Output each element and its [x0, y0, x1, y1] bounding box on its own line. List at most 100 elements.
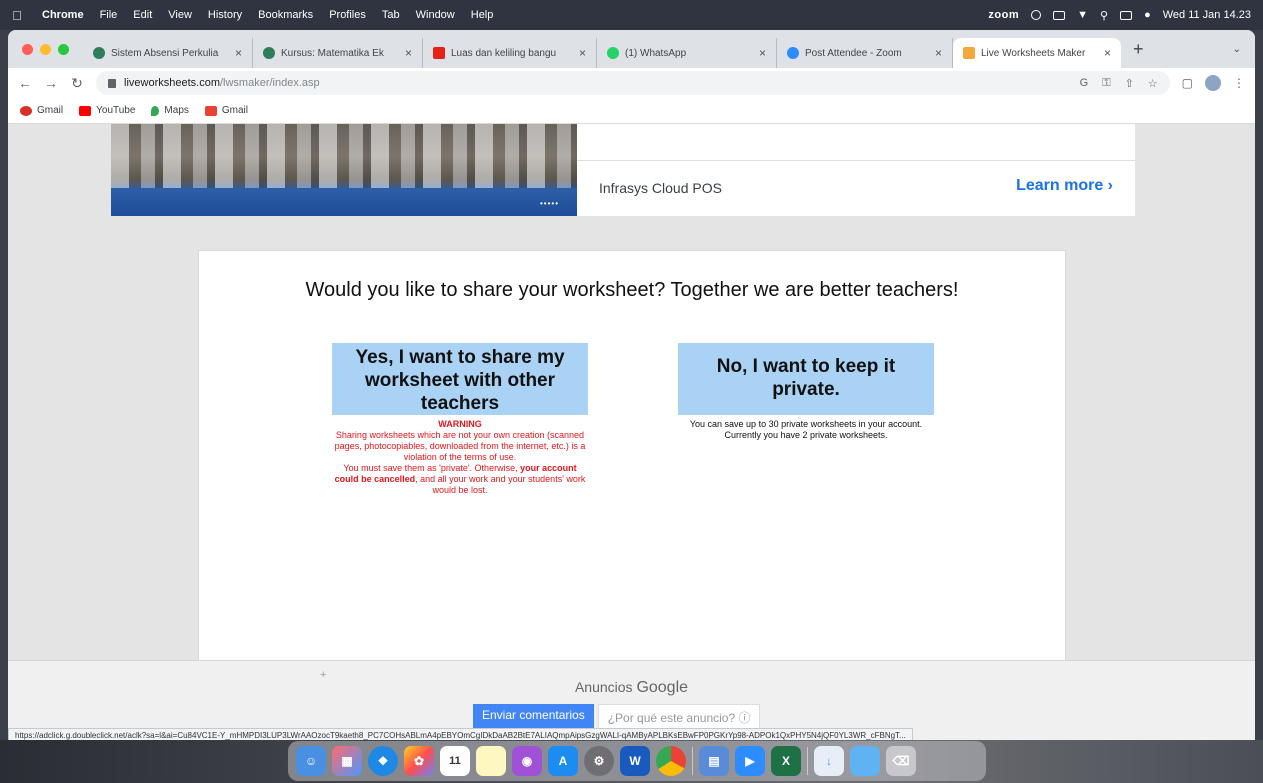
bookmark-star-icon[interactable]: ☆ — [1148, 77, 1158, 90]
system-settings-icon[interactable]: ⚙ — [584, 746, 614, 776]
zoom-icon[interactable]: ▶ — [735, 746, 765, 776]
word-icon[interactable]: W — [620, 746, 650, 776]
close-tab-icon[interactable]: × — [579, 46, 586, 60]
learn-more-link[interactable]: Learn more › — [1016, 177, 1113, 195]
profile-avatar[interactable] — [1205, 75, 1221, 91]
more-menu-icon[interactable]: ⋮ — [1233, 76, 1245, 90]
zoom-status-item[interactable]: zoom — [988, 9, 1019, 21]
excel-icon[interactable]: X — [771, 746, 801, 776]
menu-app-chrome[interactable]: Chrome — [34, 9, 92, 21]
tab-zoom-post-attendee[interactable]: Post Attendee - Zoom × — [777, 38, 953, 68]
trash-icon[interactable]: ⌫ — [886, 746, 916, 776]
menu-bookmarks[interactable]: Bookmarks — [250, 9, 321, 21]
finder-icon[interactable]: ☺ — [296, 746, 326, 776]
send-feedback-button[interactable]: Enviar comentarios — [473, 704, 594, 731]
menu-window[interactable]: Window — [408, 9, 463, 21]
menu-edit[interactable]: Edit — [125, 9, 160, 21]
google-lens-icon[interactable]: G — [1080, 77, 1089, 90]
tab-search-chevron-icon[interactable]: ⌄ — [1233, 44, 1255, 55]
share-question: Would you like to share your worksheet? … — [305, 279, 959, 301]
close-tab-icon[interactable]: × — [405, 46, 412, 60]
battery-icon[interactable] — [1053, 10, 1066, 20]
menu-tab[interactable]: Tab — [374, 9, 408, 21]
spotlight-search-icon[interactable]: ⚲ — [1100, 9, 1108, 22]
close-tab-icon[interactable]: × — [1104, 46, 1111, 60]
youtube-favicon-icon — [433, 47, 445, 59]
bookmark-label: Gmail — [37, 105, 64, 116]
control-center-icon[interactable] — [1120, 10, 1133, 20]
record-icon[interactable] — [1031, 10, 1042, 20]
learn-more-label: Learn more — [1016, 177, 1104, 194]
chrome-icon[interactable] — [656, 746, 686, 776]
keep-private-button[interactable]: No, I want to keep it private. — [678, 343, 934, 415]
share-public-button[interactable]: Yes, I want to share my worksheet with o… — [332, 343, 588, 415]
private-limit-text: You can save up to 30 private worksheets… — [689, 419, 923, 429]
folder-icon[interactable] — [850, 746, 880, 776]
back-arrow-icon[interactable]: ← — [18, 75, 32, 91]
preview-icon[interactable]: ▤ — [699, 746, 729, 776]
share-icon[interactable]: ⇧ — [1125, 77, 1134, 90]
apple-icon[interactable]:  — [0, 8, 34, 23]
gmail-favicon-icon — [20, 105, 32, 116]
podcasts-icon[interactable]: ◉ — [512, 746, 542, 776]
minimize-window-button[interactable] — [40, 43, 51, 55]
new-tab-button[interactable]: + — [1121, 39, 1156, 60]
why-this-ad-button[interactable]: ¿Por qué este anuncio? ⓘ — [597, 704, 761, 731]
tab-live-worksheets-maker[interactable]: Live Worksheets Maker × — [953, 38, 1121, 68]
address-bar-actions: G ⚿ ⇧ ☆ — [1080, 77, 1158, 90]
menu-history[interactable]: History — [200, 9, 250, 21]
calendar-icon[interactable]: 11 — [440, 746, 470, 776]
launchpad-icon[interactable]: ▦ — [332, 746, 362, 776]
clock[interactable]: Wed 11 Jan 14.23 — [1163, 9, 1251, 21]
downloads-folder-icon[interactable]: ↓ — [814, 746, 844, 776]
close-window-button[interactable] — [22, 43, 33, 55]
bookmark-maps[interactable]: Maps — [151, 105, 189, 116]
side-panel-icon[interactable]: ▢ — [1182, 76, 1193, 90]
app-store-icon[interactable]: A — [548, 746, 578, 776]
lock-icon[interactable] — [108, 78, 116, 88]
siri-icon[interactable]: ● — [1144, 9, 1151, 21]
bookmark-gmail-1[interactable]: Gmail — [20, 105, 63, 116]
browser-toolbar: ← → ↻ liveworksheets.com/lwsmaker/index.… — [8, 68, 1255, 98]
forward-arrow-icon[interactable]: → — [44, 75, 58, 91]
bookmark-youtube[interactable]: YouTube — [79, 105, 135, 116]
address-bar[interactable]: liveworksheets.com/lwsmaker/index.asp G … — [96, 71, 1170, 95]
browser-window: Sistem Absensi Perkulia × Kursus: Matema… — [8, 30, 1255, 740]
tab-label: Kursus: Matematika Ek — [281, 47, 384, 59]
warning-title: WARNING — [438, 419, 482, 429]
share-choice-private: No, I want to keep it private. You can s… — [678, 343, 934, 441]
menu-view[interactable]: View — [160, 9, 200, 21]
tab-luas-keliling[interactable]: Luas dan keliling bangu × — [423, 38, 597, 68]
zoom-favicon-icon — [787, 47, 799, 59]
photos-icon[interactable]: ✿ — [404, 746, 434, 776]
notes-icon[interactable] — [476, 746, 506, 776]
close-tab-icon[interactable]: × — [235, 46, 242, 60]
ad-advertiser-name[interactable]: Infrasys Cloud POS — [599, 180, 722, 196]
menu-help[interactable]: Help — [463, 9, 502, 21]
safari-icon[interactable]: ❖ — [368, 746, 398, 776]
tab-favicon-icon — [263, 47, 275, 59]
restaurant-ad-image[interactable]: ••••• — [111, 124, 577, 216]
ad-image-tables — [111, 124, 577, 188]
menu-profiles[interactable]: Profiles — [321, 9, 374, 21]
share-warning: WARNING Sharing worksheets which are not… — [332, 419, 588, 496]
tab-sistem-absensi[interactable]: Sistem Absensi Perkulia × — [83, 38, 253, 68]
ads-by-google-label: Anuncios Google — [8, 679, 1255, 697]
warning-text-2a: You must save them as 'private'. Otherwi… — [343, 463, 521, 473]
close-tab-icon[interactable]: × — [759, 46, 766, 60]
tab-kursus-matematika[interactable]: Kursus: Matematika Ek × — [253, 38, 423, 68]
gmail-m-icon — [204, 105, 217, 116]
tab-whatsapp[interactable]: (1) WhatsApp × — [597, 38, 777, 68]
wifi-icon[interactable]: ▼ — [1077, 9, 1088, 21]
chevron-right-icon: › — [1107, 177, 1113, 194]
fullscreen-window-button[interactable] — [58, 43, 69, 55]
liveworksheets-favicon-icon — [963, 47, 975, 59]
reload-icon[interactable]: ↻ — [70, 75, 84, 92]
key-icon[interactable]: ⚿ — [1102, 77, 1110, 90]
menu-file[interactable]: File — [92, 9, 126, 21]
bookmark-gmail-2[interactable]: Gmail — [204, 105, 248, 116]
tab-strip: Sistem Absensi Perkulia × Kursus: Matema… — [8, 30, 1255, 68]
display-ad-infrasys[interactable]: ••••• Infrasys Cloud POS Learn more › — [111, 124, 1135, 216]
bookmark-label: Maps — [164, 105, 189, 116]
close-tab-icon[interactable]: × — [935, 46, 942, 60]
